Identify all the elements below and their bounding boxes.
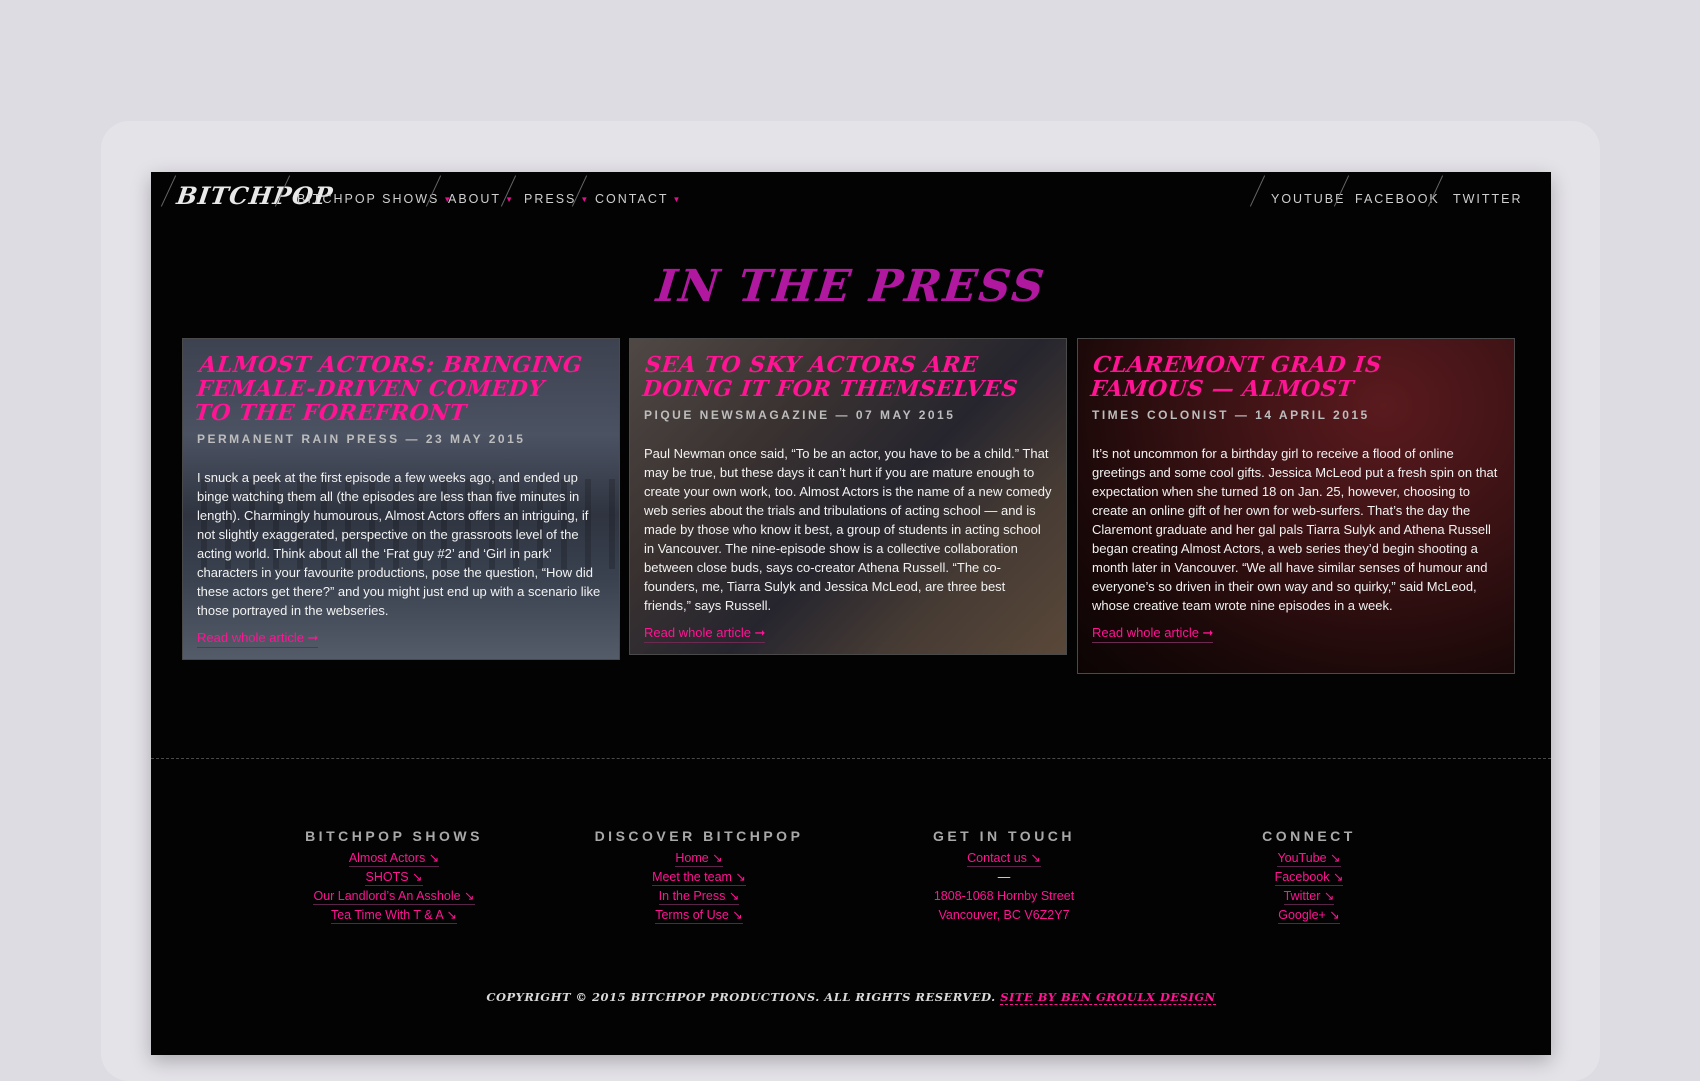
caret-down-icon: ▼ (672, 195, 683, 204)
article-title: Almost Actors: Bringing Female-Driven Co… (193, 352, 584, 426)
footer-dash: — (997, 870, 1011, 884)
footer-shows-column: BITCHPOP SHOWS Almost Actors ↘ SHOTS ↘ O… (254, 828, 534, 925)
footer-connect-column: CONNECT YouTube ↘ Facebook ↘ Twitter ↘ G… (1169, 828, 1449, 925)
footer-address-line: 1808-1068 Hornby Street (933, 889, 1075, 903)
nav-separator (1249, 175, 1266, 207)
nav-item-label: CONTACT (595, 192, 669, 206)
footer-link-press[interactable]: In the Press ↘ (658, 889, 740, 905)
nav-item-press[interactable]: PRESS ▼ (524, 192, 590, 206)
article-source: Times Colonist — 14 April 2015 (1092, 408, 1370, 422)
footer-link-contact[interactable]: Contact us ↘ (967, 851, 1041, 867)
footer-link-youtube[interactable]: YouTube ↘ (1277, 851, 1341, 867)
article-source: Permanent Rain Press — 23 May 2015 (197, 432, 526, 446)
top-navigation: BITCHPOP BITCHPOP SHOWS ▼ ABOUT ▼ PRESS ▼ C… (151, 172, 1551, 230)
nav-item-label: BITCHPOP SHOWS (297, 192, 440, 206)
nav-item-contact[interactable]: CONTACT ▼ (595, 192, 682, 206)
copyright-text: Copyright © 2015 BitchPop Productions. A… (486, 990, 996, 1004)
social-facebook-link[interactable]: FACEBOOK (1355, 192, 1440, 206)
footer-heading: BITCHPOP SHOWS (305, 828, 483, 844)
browser-screen: BITCHPOP BITCHPOP SHOWS ▼ ABOUT ▼ PRESS ▼ C… (151, 172, 1551, 1055)
article-source: Pique Newsmagazine — 07 May 2015 (644, 408, 956, 422)
credit-link[interactable]: Site by Ben Groulx Design (1000, 990, 1216, 1005)
footer-link-shots[interactable]: SHOTS ↘ (365, 870, 423, 886)
read-article-link[interactable]: Read whole article ➞ (197, 630, 319, 648)
article-title: Sea to Sky actors are doing it for thems… (641, 352, 1020, 402)
article-excerpt: I snuck a peek at the first episode a fe… (197, 470, 601, 618)
footer-heading: DISCOVER BITCHPOP (594, 828, 804, 844)
footer-link-team[interactable]: Meet the team ↘ (652, 870, 746, 886)
footer-contact-column: GET IN TOUCH Contact us ↘ — 1808-1068 Ho… (864, 828, 1144, 925)
footer-discover-column: DISCOVER BITCHPOP Home ↘ Meet the team ↘… (559, 828, 839, 925)
footer-address-line: Vancouver, BC V6Z2Y7 (938, 908, 1070, 922)
footer-link-google-plus[interactable]: Google+ ↘ (1278, 908, 1340, 924)
read-article-link[interactable]: Read whole article ➞ (1092, 625, 1214, 643)
footer-link-terms[interactable]: Terms of Use ↘ (655, 908, 743, 924)
caret-down-icon: ▼ (580, 195, 591, 204)
article-card: Claremont grad is famous — almost Times … (1077, 338, 1515, 674)
copyright-line: Copyright © 2015 BitchPop Productions. A… (151, 990, 1551, 1005)
page-title: IN THE PRESS (653, 261, 1049, 312)
article-title: Claremont grad is famous — almost (1089, 352, 1383, 402)
footer-link-tea-time[interactable]: Tea Time With T & A ↘ (330, 908, 458, 924)
read-article-link[interactable]: Read whole article ➞ (644, 625, 766, 643)
footer-link-landlord[interactable]: Our Landlord’s An Asshole ↘ (313, 889, 475, 905)
footer-link-twitter[interactable]: Twitter ↘ (1283, 889, 1335, 905)
nav-item-label: PRESS (524, 192, 577, 206)
article-excerpt: It’s not uncommon for a birthday girl to… (1092, 446, 1498, 613)
footer-heading: GET IN TOUCH (932, 828, 1076, 844)
article-card: Almost Actors: Bringing Female-Driven Co… (182, 338, 620, 660)
nav-item-label: ABOUT (448, 192, 502, 206)
footer-link-almost-actors[interactable]: Almost Actors ↘ (348, 851, 440, 867)
article-card: Sea to Sky actors are doing it for thems… (629, 338, 1067, 655)
footer-heading: CONNECT (1262, 828, 1356, 844)
social-twitter-link[interactable]: TWITTER (1453, 192, 1523, 206)
footer-link-home[interactable]: Home ↘ (675, 851, 723, 867)
nav-separator (160, 175, 177, 207)
footer-divider (151, 758, 1551, 759)
footer-link-facebook[interactable]: Facebook ↘ (1274, 870, 1344, 886)
article-excerpt: Paul Newman once said, “To be an actor, … (644, 446, 1052, 613)
